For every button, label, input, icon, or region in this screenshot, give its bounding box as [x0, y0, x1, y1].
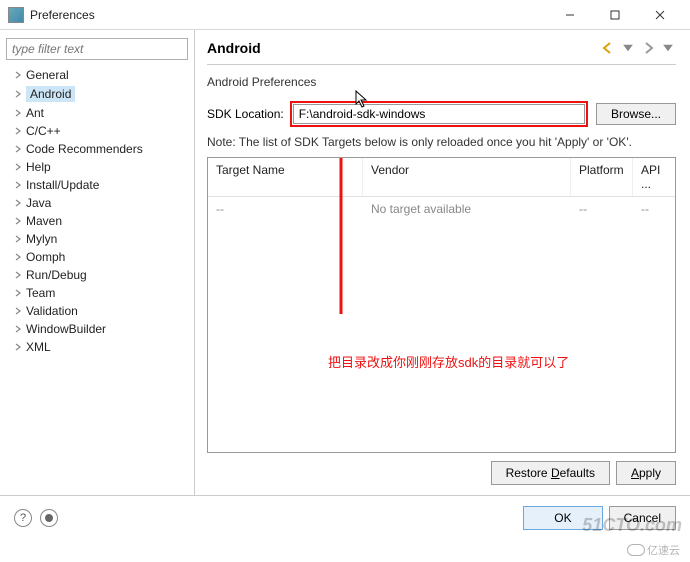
sidebar-item-mylyn[interactable]: Mylyn: [6, 230, 188, 248]
chevron-right-icon: [12, 287, 24, 299]
chevron-right-icon: [12, 107, 24, 119]
sidebar-item-ant[interactable]: Ant: [6, 104, 188, 122]
sidebar-item-install-update[interactable]: Install/Update: [6, 176, 188, 194]
sidebar-item-label: Android: [26, 86, 75, 102]
annotation-text: 把目录改成你刚刚存放sdk的目录就可以了: [328, 352, 569, 371]
chevron-right-icon: [12, 197, 24, 209]
back-dropdown-icon[interactable]: [620, 40, 636, 56]
chevron-right-icon: [12, 161, 24, 173]
nav-arrows: [600, 40, 676, 56]
sidebar-item-java[interactable]: Java: [6, 194, 188, 212]
sidebar-item-label: WindowBuilder: [26, 322, 106, 336]
forward-dropdown-icon[interactable]: [660, 40, 676, 56]
sidebar-item-c-c-[interactable]: C/C++: [6, 122, 188, 140]
content-pane: Android Android Preferences SDK Location…: [195, 30, 690, 495]
watermark-secondary: 亿速云: [627, 542, 680, 558]
sidebar-item-label: Validation: [26, 304, 78, 318]
targets-table: Target Name Vendor Platform API ... -- N…: [207, 157, 676, 453]
sdk-input-highlight: [290, 101, 588, 127]
sidebar-item-general[interactable]: General: [6, 66, 188, 84]
chevron-right-icon: [12, 215, 24, 227]
browse-button[interactable]: Browse...: [596, 103, 676, 125]
sidebar-item-label: Install/Update: [26, 178, 99, 192]
col-platform[interactable]: Platform: [571, 158, 633, 196]
chevron-right-icon: [12, 233, 24, 245]
sidebar-item-android[interactable]: Android: [6, 84, 188, 104]
title-bar: Preferences: [0, 0, 690, 30]
col-target[interactable]: Target Name: [208, 158, 363, 196]
maximize-button[interactable]: [592, 1, 637, 29]
sdk-location-input[interactable]: [293, 104, 585, 124]
sidebar-item-xml[interactable]: XML: [6, 338, 188, 356]
sidebar-item-label: Oomph: [26, 250, 65, 264]
sidebar-item-label: Java: [26, 196, 51, 210]
sidebar-item-label: XML: [26, 340, 51, 354]
cancel-button[interactable]: Cancel: [609, 506, 676, 530]
cursor-icon: [355, 90, 369, 108]
sidebar-item-label: Team: [26, 286, 55, 300]
chevron-right-icon: [12, 305, 24, 317]
chevron-right-icon: [12, 88, 24, 100]
sidebar-item-run-debug[interactable]: Run/Debug: [6, 266, 188, 284]
chevron-right-icon: [12, 143, 24, 155]
col-vendor[interactable]: Vendor: [363, 158, 571, 196]
app-icon: [8, 7, 24, 23]
record-icon[interactable]: [40, 509, 58, 527]
sidebar-item-code-recommenders[interactable]: Code Recommenders: [6, 140, 188, 158]
sidebar-item-label: Help: [26, 160, 51, 174]
sidebar-item-label: C/C++: [26, 124, 61, 138]
table-row: -- No target available -- --: [208, 197, 675, 221]
sidebar-item-label: Ant: [26, 106, 44, 120]
chevron-right-icon: [12, 323, 24, 335]
sidebar-item-maven[interactable]: Maven: [6, 212, 188, 230]
sidebar-item-oomph[interactable]: Oomph: [6, 248, 188, 266]
note-text: Note: The list of SDK Targets below is o…: [207, 135, 676, 149]
page-title: Android: [207, 40, 600, 56]
sidebar: General Android Ant C/C++ Code Recommenders H…: [0, 30, 195, 495]
subtitle: Android Preferences: [207, 75, 676, 89]
col-api[interactable]: API ...: [633, 158, 675, 196]
sidebar-item-help[interactable]: Help: [6, 158, 188, 176]
sidebar-item-label: Mylyn: [26, 232, 57, 246]
sidebar-item-team[interactable]: Team: [6, 284, 188, 302]
window-title: Preferences: [30, 8, 547, 22]
sidebar-item-label: Maven: [26, 214, 62, 228]
help-icon[interactable]: ?: [14, 509, 32, 527]
chevron-right-icon: [12, 179, 24, 191]
chevron-right-icon: [12, 69, 24, 81]
chevron-right-icon: [12, 125, 24, 137]
chevron-right-icon: [12, 251, 24, 263]
filter-input[interactable]: [6, 38, 188, 60]
close-button[interactable]: [637, 1, 682, 29]
apply-button[interactable]: Apply: [616, 461, 676, 485]
sidebar-item-label: Run/Debug: [26, 268, 87, 282]
bottom-bar: ? OK Cancel 51CTO.com: [0, 496, 690, 540]
sidebar-item-windowbuilder[interactable]: WindowBuilder: [6, 320, 188, 338]
ok-button[interactable]: OK: [523, 506, 602, 530]
minimize-button[interactable]: [547, 1, 592, 29]
forward-arrow-icon[interactable]: [640, 40, 656, 56]
cloud-icon: [627, 544, 645, 556]
chevron-right-icon: [12, 341, 24, 353]
sidebar-item-label: General: [26, 68, 69, 82]
restore-defaults-button[interactable]: Restore Defaults: [491, 461, 610, 485]
sidebar-item-label: Code Recommenders: [26, 142, 143, 156]
back-arrow-icon[interactable]: [600, 40, 616, 56]
sdk-location-label: SDK Location:: [207, 107, 284, 121]
sidebar-item-validation[interactable]: Validation: [6, 302, 188, 320]
chevron-right-icon: [12, 269, 24, 281]
